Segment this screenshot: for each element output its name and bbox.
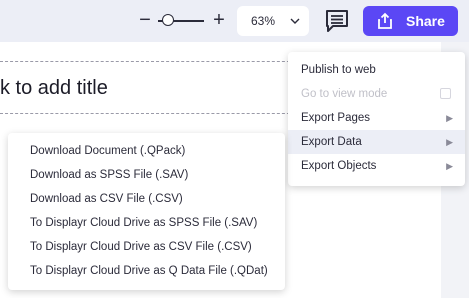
page-title-placeholder[interactable]: k to add title (0, 77, 108, 100)
share-button-label: Share (406, 13, 445, 29)
submenu-item-download-spss[interactable]: Download as SPSS File (.SAV) (8, 163, 285, 187)
zoom-level-value: 63% (251, 14, 276, 28)
submenu-item-download-qpack[interactable]: Download Document (.QPack) (8, 139, 285, 163)
menu-item-label: Export Data (301, 136, 362, 148)
export-data-submenu: Download Document (.QPack) Download as S… (8, 133, 285, 290)
chevron-down-icon (290, 18, 300, 24)
chevron-right-icon: ▶ (446, 113, 453, 123)
share-upload-icon (378, 12, 392, 29)
menu-item-publish-to-web[interactable]: Publish to web (288, 58, 465, 82)
share-menu: Publish to web Go to view mode Export Pa… (288, 52, 465, 186)
menu-item-export-pages[interactable]: Export Pages ▶ (288, 106, 465, 130)
submenu-item-cloud-csv[interactable]: To Displayr Cloud Drive as CSV File (.CS… (8, 235, 285, 259)
menu-item-label: Export Pages (301, 112, 371, 124)
chevron-right-icon: ▶ (446, 161, 453, 171)
top-toolbar: − + 63% Share (0, 0, 469, 42)
zoom-out-button[interactable]: − (136, 8, 154, 32)
menu-item-label: Go to view mode (301, 88, 388, 100)
menu-item-label: Export Objects (301, 160, 377, 172)
submenu-item-download-csv[interactable]: Download as CSV File (.CSV) (8, 187, 285, 211)
submenu-item-cloud-spss[interactable]: To Displayr Cloud Drive as SPSS File (.S… (8, 211, 285, 235)
chevron-right-icon: ▶ (446, 137, 453, 147)
menu-item-export-data[interactable]: Export Data ▶ (288, 130, 465, 154)
menu-item-export-objects[interactable]: Export Objects ▶ (288, 154, 465, 178)
zoom-slider-thumb[interactable] (162, 14, 174, 26)
menu-item-go-to-view-mode: Go to view mode (288, 82, 465, 106)
comment-icon[interactable] (324, 8, 350, 34)
menu-item-label: Publish to web (301, 64, 376, 76)
zoom-level-dropdown[interactable]: 63% (237, 6, 309, 36)
view-mode-icon (440, 88, 451, 99)
title-box-bottom-border (0, 113, 300, 114)
share-button[interactable]: Share (363, 6, 458, 36)
title-box-top-border (0, 61, 300, 62)
submenu-item-cloud-qdat[interactable]: To Displayr Cloud Drive as Q Data File (… (8, 259, 285, 283)
zoom-in-button[interactable]: + (210, 8, 228, 32)
